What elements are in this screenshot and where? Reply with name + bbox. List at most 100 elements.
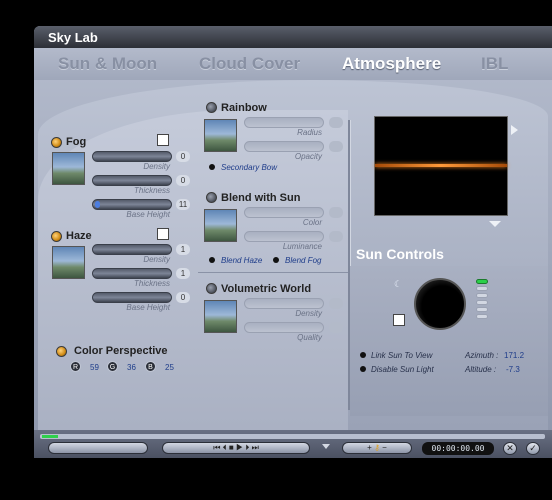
ok-check-icon[interactable]: ✓ xyxy=(526,442,540,455)
green-value[interactable]: 36 xyxy=(127,363,136,372)
azimuth-value: 171.2 xyxy=(504,351,525,360)
fog-base-height-value: 11 xyxy=(176,199,190,210)
add-key-icon[interactable]: + xyxy=(367,443,372,452)
rainbow-thumbnail[interactable] xyxy=(204,119,237,152)
forward-end-icon[interactable]: ⏭ xyxy=(252,443,259,452)
tab-ibl[interactable]: IBL xyxy=(481,54,508,74)
tab-sun-moon[interactable]: Sun & Moon xyxy=(58,54,157,74)
preview-down-arrow-icon[interactable] xyxy=(489,221,501,227)
fog-label: Fog xyxy=(66,136,87,148)
play-icon[interactable]: ▶ xyxy=(236,443,243,452)
slider-knob[interactable] xyxy=(95,201,100,208)
rainbow-opacity-slider[interactable] xyxy=(244,141,324,152)
playback-controls[interactable]: ⏮ ⏴ ■ ▶ ⏵ ⏭ xyxy=(162,442,310,454)
volumetric-density-slider[interactable] xyxy=(244,298,324,309)
altitude-label: Altitude : xyxy=(465,365,497,374)
fog-density-label: Density xyxy=(143,162,170,171)
timeline-progress xyxy=(42,435,58,438)
level-led xyxy=(476,286,488,291)
blend-luminance-slider[interactable] xyxy=(244,231,324,242)
rainbow-label: Rainbow xyxy=(221,102,267,114)
remove-key-icon[interactable]: − xyxy=(382,443,387,452)
fog-base-height-slider[interactable] xyxy=(92,199,172,210)
blend-luminance-value xyxy=(329,231,343,242)
haze-density-label: Density xyxy=(143,255,170,264)
haze-checkbox[interactable] xyxy=(157,228,169,240)
blue-value[interactable]: 25 xyxy=(165,363,174,372)
rainbow-radius-slider[interactable] xyxy=(244,117,324,128)
volumetric-quality-label: Quality xyxy=(297,333,322,342)
blend-with-sun-button[interactable] xyxy=(206,192,217,203)
preview-right-arrow-icon[interactable] xyxy=(511,125,518,135)
step-back-icon[interactable]: ⏴ xyxy=(223,443,227,452)
haze-thickness-value: 1 xyxy=(176,268,190,279)
secondary-bow-label[interactable]: Secondary Bow xyxy=(221,163,277,172)
disable-sun-light-radio[interactable] xyxy=(360,366,366,372)
key-controls[interactable]: + ⚷ − xyxy=(342,442,412,454)
haze-label: Haze xyxy=(66,230,92,242)
rainbow-opacity-label: Opacity xyxy=(294,152,322,161)
fog-thumbnail[interactable] xyxy=(52,152,85,185)
transport-bar: ⏮ ⏴ ■ ▶ ⏵ ⏭ + ⚷ − 00:00:00.00 ✕ ✓ xyxy=(34,430,552,458)
red-value[interactable]: 59 xyxy=(90,363,99,372)
key-icon[interactable]: ⚷ xyxy=(374,443,380,452)
title-bar[interactable]: Sky Lab xyxy=(34,26,552,48)
volumetric-world-label: Volumetric World xyxy=(221,283,312,295)
volumetric-density-label: Density xyxy=(295,309,322,318)
fog-density-slider[interactable] xyxy=(92,151,172,162)
level-led xyxy=(476,314,488,319)
haze-base-height-label: Base Height xyxy=(126,303,170,312)
blend-haze-radio[interactable] xyxy=(209,257,215,263)
blue-channel-icon: B xyxy=(145,361,156,372)
step-forward-icon[interactable]: ⏵ xyxy=(245,443,249,452)
sun-controls-title: Sun Controls xyxy=(356,246,444,262)
timecode-display[interactable]: 00:00:00.00 xyxy=(422,442,494,455)
blend-color-slider[interactable] xyxy=(244,207,324,218)
tab-cloud-cover[interactable]: Cloud Cover xyxy=(199,54,300,74)
sun-position-dial[interactable] xyxy=(414,278,466,330)
close-icon[interactable]: ✕ xyxy=(503,442,517,455)
dropdown-arrow-icon[interactable] xyxy=(322,444,330,449)
stop-icon[interactable]: ■ xyxy=(229,443,234,452)
fog-checkbox[interactable] xyxy=(157,134,169,146)
blend-thumbnail[interactable] xyxy=(204,209,237,242)
haze-thickness-slider[interactable] xyxy=(92,268,172,279)
color-perspective-button[interactable] xyxy=(56,346,67,357)
link-sun-radio[interactable] xyxy=(360,352,366,358)
level-led xyxy=(476,307,488,312)
haze-thumbnail[interactable] xyxy=(52,246,85,279)
blend-color-value xyxy=(329,207,343,218)
volumetric-quality-slider[interactable] xyxy=(244,322,324,333)
rewind-start-icon[interactable]: ⏮ xyxy=(213,443,220,452)
haze-density-slider[interactable] xyxy=(92,244,172,255)
level-led xyxy=(476,300,488,305)
fog-thickness-label: Thickness xyxy=(133,186,170,195)
volumetric-world-button[interactable] xyxy=(206,283,217,294)
haze-base-height-slider[interactable] xyxy=(92,292,172,303)
blend-luminance-label: Luminance xyxy=(282,242,322,251)
rainbow-enable-button[interactable] xyxy=(206,102,217,113)
blend-fog-radio[interactable] xyxy=(273,257,279,263)
sun-checkbox[interactable] xyxy=(393,314,405,326)
timeline-track[interactable] xyxy=(40,434,545,439)
blend-fog-label[interactable]: Blend Fog xyxy=(285,256,321,265)
haze-base-height-value: 0 xyxy=(176,292,190,303)
blend-haze-label[interactable]: Blend Haze xyxy=(221,256,262,265)
sky-preview[interactable] xyxy=(374,116,508,216)
keyframe-strip[interactable] xyxy=(48,442,148,454)
altitude-value: -7.3 xyxy=(506,365,520,374)
secondary-bow-radio[interactable] xyxy=(209,164,215,170)
fog-base-height-label: Base Height xyxy=(126,210,170,219)
haze-density-value: 1 xyxy=(176,244,190,255)
tab-atmosphere[interactable]: Atmosphere xyxy=(342,54,441,74)
fog-thickness-slider[interactable] xyxy=(92,175,172,186)
fog-enable-button[interactable] xyxy=(51,137,62,148)
rainbow-radius-label: Radius xyxy=(297,128,322,137)
haze-thickness-label: Thickness xyxy=(133,279,170,288)
volumetric-thumbnail[interactable] xyxy=(204,300,237,333)
disable-sun-light-label[interactable]: Disable Sun Light xyxy=(371,365,434,374)
transport-controls: ⏮ ⏴ ■ ▶ ⏵ ⏭ + ⚷ − 00:00:00.00 ✕ ✓ xyxy=(34,442,552,456)
tab-bar: Sun & Moon Cloud Cover Atmosphere IBL xyxy=(34,48,552,80)
haze-enable-button[interactable] xyxy=(51,231,62,242)
link-sun-label[interactable]: Link Sun To View xyxy=(371,351,432,360)
